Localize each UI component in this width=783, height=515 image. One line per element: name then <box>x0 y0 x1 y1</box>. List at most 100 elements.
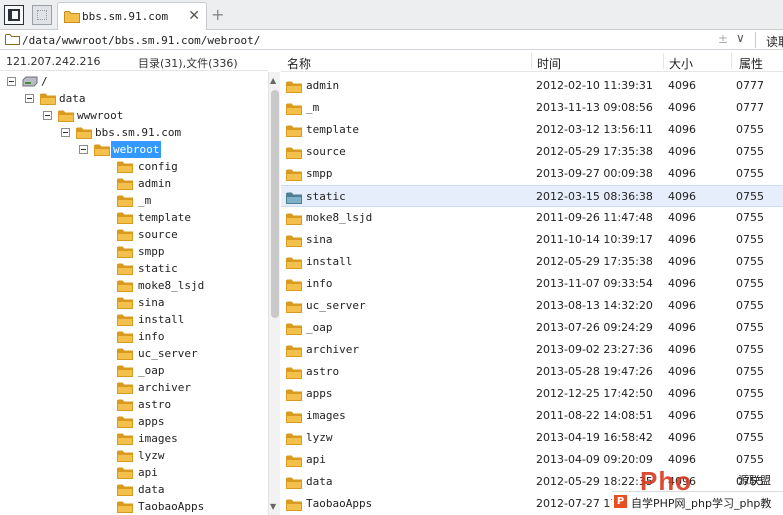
file-row[interactable]: _m 2013-11-13 09:08:56 4096 0777 <box>281 97 783 119</box>
collapse-toggle-icon[interactable] <box>43 111 52 120</box>
tree-node[interactable]: / <box>0 73 266 90</box>
tree-node[interactable]: bbs.sm.91.com <box>0 124 266 141</box>
close-tab-icon[interactable]: ✕ <box>188 8 200 24</box>
scroll-thumb[interactable] <box>271 90 279 318</box>
file-row[interactable]: smpp 2013-09-27 00:09:38 4096 0755 <box>281 163 783 185</box>
file-row[interactable]: template 2012-03-12 13:56:11 4096 0755 <box>281 119 783 141</box>
collapse-toggle-icon[interactable] <box>25 94 34 103</box>
tree-node[interactable]: info <box>0 328 266 345</box>
folder-icon <box>286 257 302 269</box>
tree-node[interactable]: api <box>0 464 266 481</box>
tree-node[interactable]: uc_server <box>0 345 266 362</box>
file-row[interactable]: moke8_lsjd 2011-09-26 11:47:48 4096 0755 <box>281 207 783 229</box>
file-row[interactable]: static 2012-03-15 08:36:38 4096 0755 <box>281 185 783 207</box>
file-size: 4096 <box>668 211 696 224</box>
tree-node[interactable]: sina <box>0 294 266 311</box>
read-button[interactable]: 读取 <box>766 33 783 50</box>
collapse-toggle-icon[interactable] <box>61 128 70 137</box>
tree-node[interactable]: admin <box>0 175 266 192</box>
tree-node[interactable]: template <box>0 209 266 226</box>
tree-node-label: admin <box>138 177 172 190</box>
tree-node[interactable]: moke8_lsjd <box>0 277 266 294</box>
tree-node[interactable]: astro <box>0 396 266 413</box>
folder-icon <box>117 399 133 411</box>
file-row[interactable]: uc_server 2013-08-13 14:32:20 4096 0755 <box>281 295 783 317</box>
file-row[interactable]: info 2013-11-07 09:33:54 4096 0755 <box>281 273 783 295</box>
tree-node[interactable]: images <box>0 430 266 447</box>
tree-node[interactable]: _oap <box>0 362 266 379</box>
file-name: info <box>306 277 333 290</box>
file-row[interactable]: archiver 2013-09-02 23:27:36 4096 0755 <box>281 339 783 361</box>
file-row[interactable]: sina 2011-10-14 10:39:17 4096 0755 <box>281 229 783 251</box>
divider <box>755 32 756 48</box>
file-attr: 0777 <box>736 101 764 114</box>
tree-node[interactable]: static <box>0 260 266 277</box>
column-header-time[interactable]: 时间 <box>537 55 561 72</box>
collapse-toggle-icon[interactable] <box>79 145 88 154</box>
tree-node[interactable]: config <box>0 158 266 175</box>
file-name: api <box>306 453 326 466</box>
new-tab-button[interactable]: + <box>211 5 224 24</box>
tree-node[interactable]: apps <box>0 413 266 430</box>
folder-icon <box>117 501 133 513</box>
column-header-size[interactable]: 大小 <box>669 55 693 72</box>
address-input[interactable] <box>22 32 712 48</box>
tree-node[interactable]: archiver <box>0 379 266 396</box>
tree-node[interactable]: _m <box>0 192 266 209</box>
folder-icon <box>76 127 92 139</box>
tree-node[interactable]: data <box>0 481 266 498</box>
folder-icon <box>117 178 133 190</box>
file-name: lyzw <box>306 431 333 444</box>
folder-icon <box>117 161 133 173</box>
folder-icon <box>286 169 302 181</box>
panel-toggle-button[interactable] <box>4 5 24 25</box>
tree-node-label: static <box>138 262 178 275</box>
tree-node[interactable]: wwwroot <box>0 107 266 124</box>
file-size: 4096 <box>668 101 696 114</box>
file-size: 4096 <box>668 233 696 246</box>
file-size: 4096 <box>668 79 696 92</box>
tree-node-label: TaobaoApps <box>138 500 205 513</box>
column-header-attr[interactable]: 属性 <box>739 55 763 72</box>
tab-active[interactable]: bbs.sm.91.com ✕ <box>57 2 207 30</box>
file-row[interactable]: source 2012-05-29 17:35:38 4096 0755 <box>281 141 783 163</box>
tree-node[interactable]: TaobaoApps <box>0 498 266 515</box>
file-row[interactable]: _oap 2013-07-26 09:24:29 4096 0755 <box>281 317 783 339</box>
tree-node[interactable]: smpp <box>0 243 266 260</box>
tree-scrollbar[interactable]: ▲ ▼ <box>268 72 280 515</box>
file-attr: 0755 <box>736 167 764 180</box>
file-row[interactable]: lyzw 2013-04-19 16:58:42 4096 0755 <box>281 427 783 449</box>
folder-icon <box>117 467 133 479</box>
tree-node[interactable]: source <box>0 226 266 243</box>
folder-icon <box>117 331 133 343</box>
inactive-tab-button[interactable] <box>32 5 52 25</box>
collapse-toggle-icon[interactable] <box>7 77 16 86</box>
drive-icon <box>22 76 38 87</box>
folder-icon <box>40 93 56 105</box>
column-header-name[interactable]: 名称 <box>287 55 311 72</box>
tree-node[interactable]: webroot <box>0 141 266 158</box>
file-row[interactable]: admin 2012-02-10 11:39:31 4096 0777 <box>281 75 783 97</box>
watermark: Pho 源联盟 P 自学PHP网_php学习_php教 <box>612 466 783 515</box>
file-row[interactable]: images 2011-08-22 14:08:51 4096 0755 <box>281 405 783 427</box>
file-row[interactable]: apps 2012-12-25 17:42:50 4096 0755 <box>281 383 783 405</box>
tree-node-label: / <box>41 75 48 88</box>
tree-node-label: data <box>59 92 86 105</box>
sort-icon[interactable]: ± <box>718 32 728 46</box>
tree-node[interactable]: lyzw <box>0 447 266 464</box>
scroll-up-icon[interactable]: ▲ <box>270 76 276 85</box>
chevron-down-icon[interactable]: ∨ <box>736 31 745 45</box>
folder-icon <box>117 416 133 428</box>
folder-icon <box>286 477 302 489</box>
tree-node-label: webroot <box>111 141 162 158</box>
tree-node[interactable]: data <box>0 90 266 107</box>
scroll-down-icon[interactable]: ▼ <box>270 502 276 511</box>
file-row[interactable]: astro 2013-05-28 19:47:26 4096 0755 <box>281 361 783 383</box>
tree-node-label: data <box>138 483 165 496</box>
file-row[interactable]: install 2012-05-29 17:35:38 4096 0755 <box>281 251 783 273</box>
tree-node-label: info <box>138 330 165 343</box>
tree-node-label: config <box>138 160 178 173</box>
tree-node[interactable]: install <box>0 311 266 328</box>
file-attr: 0755 <box>736 190 764 203</box>
folder-icon <box>117 212 133 224</box>
